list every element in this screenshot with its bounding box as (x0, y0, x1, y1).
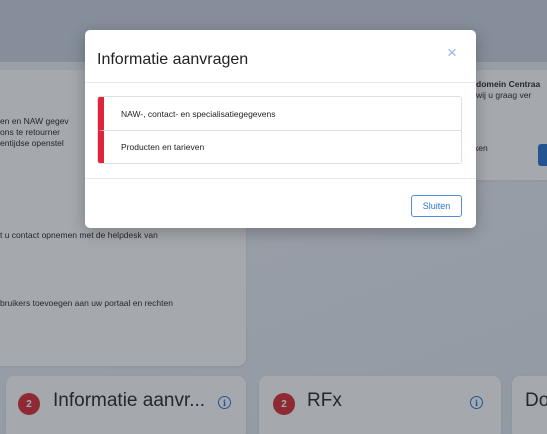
list-item-label: NAW-, contact- en specialisatiegegevens (121, 108, 276, 119)
list-item-label: Producten en tarieven (121, 142, 205, 152)
request-options-list: NAW-, contact- en specialisatiegegevens … (97, 96, 462, 164)
modal-footer: Sluiten (85, 178, 476, 228)
close-button[interactable]: Sluiten (411, 195, 462, 217)
close-icon[interactable]: × (443, 44, 461, 62)
list-item-producten-tarieven[interactable]: Producten en tarieven (98, 130, 461, 163)
modal-header: Informatie aanvragen × (85, 30, 476, 83)
information-request-modal: Informatie aanvragen × NAW-, contact- en… (85, 30, 476, 228)
modal-title: Informatie aanvragen (97, 51, 249, 68)
list-item-naw-contact[interactable]: NAW-, contact- en specialisatiegegevens (98, 97, 461, 130)
